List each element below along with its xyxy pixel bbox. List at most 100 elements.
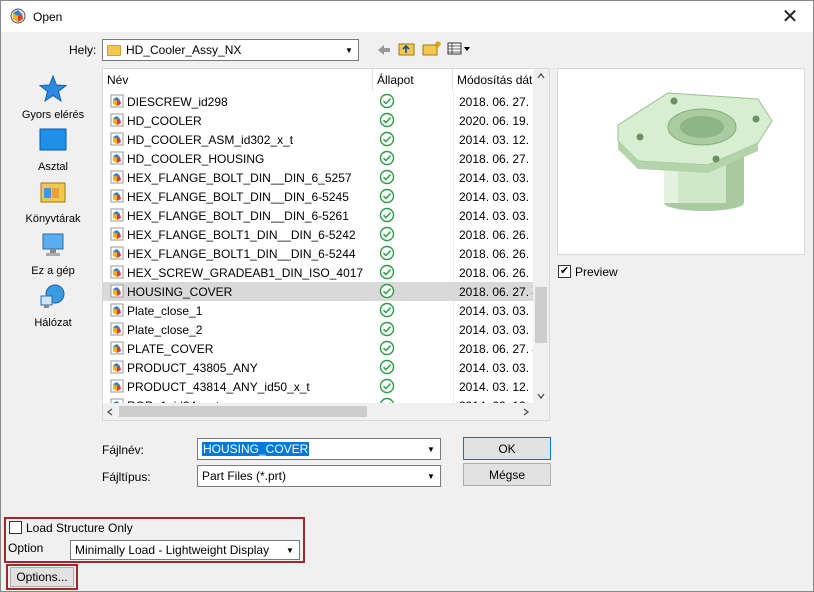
file-row[interactable]: HEX_FLANGE_BOLT1_DIN__DIN_6-5242 2018. 06… xyxy=(103,225,535,244)
file-date: 2014. 03. 03. 18 xyxy=(459,171,535,185)
nx-part-file-icon xyxy=(110,265,124,279)
vertical-scrollbar[interactable] xyxy=(533,69,549,405)
file-row[interactable]: PRODUCT_43805_ANY 2014. 03. 03. 18 xyxy=(103,358,535,377)
new-folder-icon[interactable] xyxy=(422,40,442,57)
scroll-left-icon[interactable] xyxy=(107,408,113,416)
preview-pane xyxy=(557,68,805,255)
horizontal-scroll-thumb[interactable] xyxy=(119,406,367,417)
nx-part-file-icon xyxy=(110,341,124,355)
vertical-scroll-thumb[interactable] xyxy=(535,287,547,343)
back-arrow-icon[interactable] xyxy=(376,42,392,58)
file-row[interactable]: HEX_FLANGE_BOLT_DIN__DIN_6-5261 2014. 03.… xyxy=(103,206,535,225)
chevron-down-icon[interactable]: ▼ xyxy=(282,542,298,558)
status-ok-icon xyxy=(379,359,395,375)
nx-app-icon xyxy=(10,8,26,24)
file-row[interactable]: HEX_FLANGE_BOLT_DIN__DIN_6_5257 2014. 03.… xyxy=(103,168,535,187)
place-network[interactable]: Hálózat xyxy=(11,282,95,329)
preview-checkbox[interactable]: ✔ xyxy=(558,265,571,278)
load-structure-checkbox[interactable] xyxy=(9,521,22,534)
option-combo[interactable]: Minimally Load - Lightweight Display ▼ xyxy=(70,540,300,560)
file-list[interactable]: Név Állapot Módosítás dát DIESCREW_id298… xyxy=(102,68,550,421)
column-header-label: Módosítás dát xyxy=(457,73,533,87)
option-label: Option xyxy=(8,541,44,555)
location-label: Hely: xyxy=(69,43,97,57)
status-ok-icon xyxy=(379,245,395,261)
option-value: Minimally Load - Lightweight Display xyxy=(75,543,270,557)
file-row[interactable]: HOUSING_COVER 2018. 06. 27. 4: xyxy=(103,282,535,301)
file-row[interactable]: Plate_close_1 2014. 03. 03. 18 xyxy=(103,301,535,320)
file-date: 2018. 06. 27. 5: xyxy=(459,152,535,166)
scroll-down-icon[interactable] xyxy=(537,393,545,399)
scroll-right-icon[interactable] xyxy=(523,408,529,416)
column-header-status[interactable]: Állapot xyxy=(373,69,453,91)
place-desktop[interactable]: Asztal xyxy=(11,126,95,173)
place-label: Gyors elérés xyxy=(21,109,85,121)
status-ok-icon xyxy=(379,283,395,299)
file-name: PRODUCT_43814_ANY_id50_x_t xyxy=(127,380,310,394)
nx-part-file-icon xyxy=(110,322,124,336)
file-date: 2018. 06. 27. 4: xyxy=(459,342,535,356)
file-date: 2018. 06. 26. 6: xyxy=(459,266,535,280)
view-menu-icon[interactable] xyxy=(447,42,471,56)
file-date: 2018. 06. 27. 5: xyxy=(459,95,535,109)
load-structure-label: Load Structure Only xyxy=(26,521,133,535)
part-preview-image xyxy=(617,92,773,211)
filename-label: Fájlnév: xyxy=(102,443,145,457)
chevron-down-icon[interactable]: ▼ xyxy=(423,467,439,485)
location-value: HD_Cooler_Assy_NX xyxy=(126,43,242,57)
scroll-up-icon[interactable] xyxy=(537,73,545,79)
chevron-down-icon: ▼ xyxy=(345,45,353,55)
column-header-name[interactable]: Név xyxy=(103,69,373,91)
file-date: 2014. 03. 12. 16 xyxy=(459,380,535,394)
options-button[interactable]: Options... xyxy=(10,567,74,587)
file-row[interactable]: PLATE_COVER 2018. 06. 27. 4: xyxy=(103,339,535,358)
place-quick-access[interactable]: Gyors elérés xyxy=(11,74,95,121)
place-label: Hálózat xyxy=(34,317,72,329)
options-button-label: Options... xyxy=(16,570,68,584)
file-row[interactable]: DIESCREW_id298 2018. 06. 27. 5: xyxy=(103,92,535,111)
file-name: DIESCREW_id298 xyxy=(127,95,228,109)
file-row[interactable]: PRODUCT_43814_ANY_id50_x_t 2014. 03. 12. … xyxy=(103,377,535,396)
file-row[interactable]: HEX_FLANGE_BOLT1_DIN__DIN_6-5244 2018. 06… xyxy=(103,244,535,263)
file-name: HEX_FLANGE_BOLT1_DIN__DIN_6-5244 xyxy=(127,247,356,261)
file-date: 2014. 03. 03. 18 xyxy=(459,190,535,204)
place-libraries[interactable]: Könyvtárak xyxy=(11,178,95,225)
file-row[interactable]: HD_COOLER 2020. 06. 19. 10 xyxy=(103,111,535,130)
place-label: Ez a gép xyxy=(31,265,75,277)
status-ok-icon xyxy=(379,131,395,147)
file-name: HEX_FLANGE_BOLT_DIN__DIN_6_5257 xyxy=(127,171,352,185)
file-date: 2014. 03. 03. 18 xyxy=(459,361,535,375)
filename-value[interactable]: HOUSING_COVER xyxy=(202,442,310,456)
file-row[interactable]: HD_COOLER_ASM_id302_x_t 2014. 03. 12. 16 xyxy=(103,130,535,149)
file-row[interactable]: Plate_close_2 2014. 03. 03. 18 xyxy=(103,320,535,339)
status-ok-icon xyxy=(379,112,395,128)
close-button[interactable]: ✕ xyxy=(767,1,813,32)
checkmark-icon: ✔ xyxy=(559,265,570,277)
place-label: Könyvtárak xyxy=(25,213,81,225)
filename-combo[interactable]: HOUSING_COVER ▼ xyxy=(197,438,441,460)
ok-button[interactable]: OK xyxy=(463,437,551,460)
nx-part-file-icon xyxy=(110,170,124,184)
status-ok-icon xyxy=(379,378,395,394)
file-row[interactable]: HD_COOLER_HOUSING 2018. 06. 27. 5: xyxy=(103,149,535,168)
file-date: 2018. 06. 27. 4: xyxy=(459,285,535,299)
chevron-down-icon[interactable]: ▼ xyxy=(423,440,439,458)
file-row[interactable]: HEX_SCREW_GRADEAB1_DIN_ISO_4017 2018. 06.… xyxy=(103,263,535,282)
file-name: HD_COOLER xyxy=(127,114,202,128)
up-folder-icon[interactable] xyxy=(398,41,416,57)
nx-part-file-icon xyxy=(110,94,124,108)
filetype-combo[interactable]: Part Files (*.prt) ▼ xyxy=(197,465,441,487)
nx-part-file-icon xyxy=(110,284,124,298)
place-this-pc[interactable]: Ez a gép xyxy=(11,230,95,277)
status-ok-icon xyxy=(379,302,395,318)
nx-part-file-icon xyxy=(110,379,124,393)
file-row[interactable]: HEX_FLANGE_BOLT_DIN__DIN_6-5245 2014. 03.… xyxy=(103,187,535,206)
column-header-modified[interactable]: Módosítás dát xyxy=(453,69,535,91)
status-ok-icon xyxy=(379,226,395,242)
horizontal-scrollbar[interactable] xyxy=(103,403,535,420)
status-ok-icon xyxy=(379,340,395,356)
desktop-icon xyxy=(39,128,67,151)
location-combo[interactable]: HD_Cooler_Assy_NX ▼ xyxy=(102,39,359,61)
file-date: 2018. 06. 26. 6: xyxy=(459,228,535,242)
cancel-button[interactable]: Mégse xyxy=(463,463,551,486)
